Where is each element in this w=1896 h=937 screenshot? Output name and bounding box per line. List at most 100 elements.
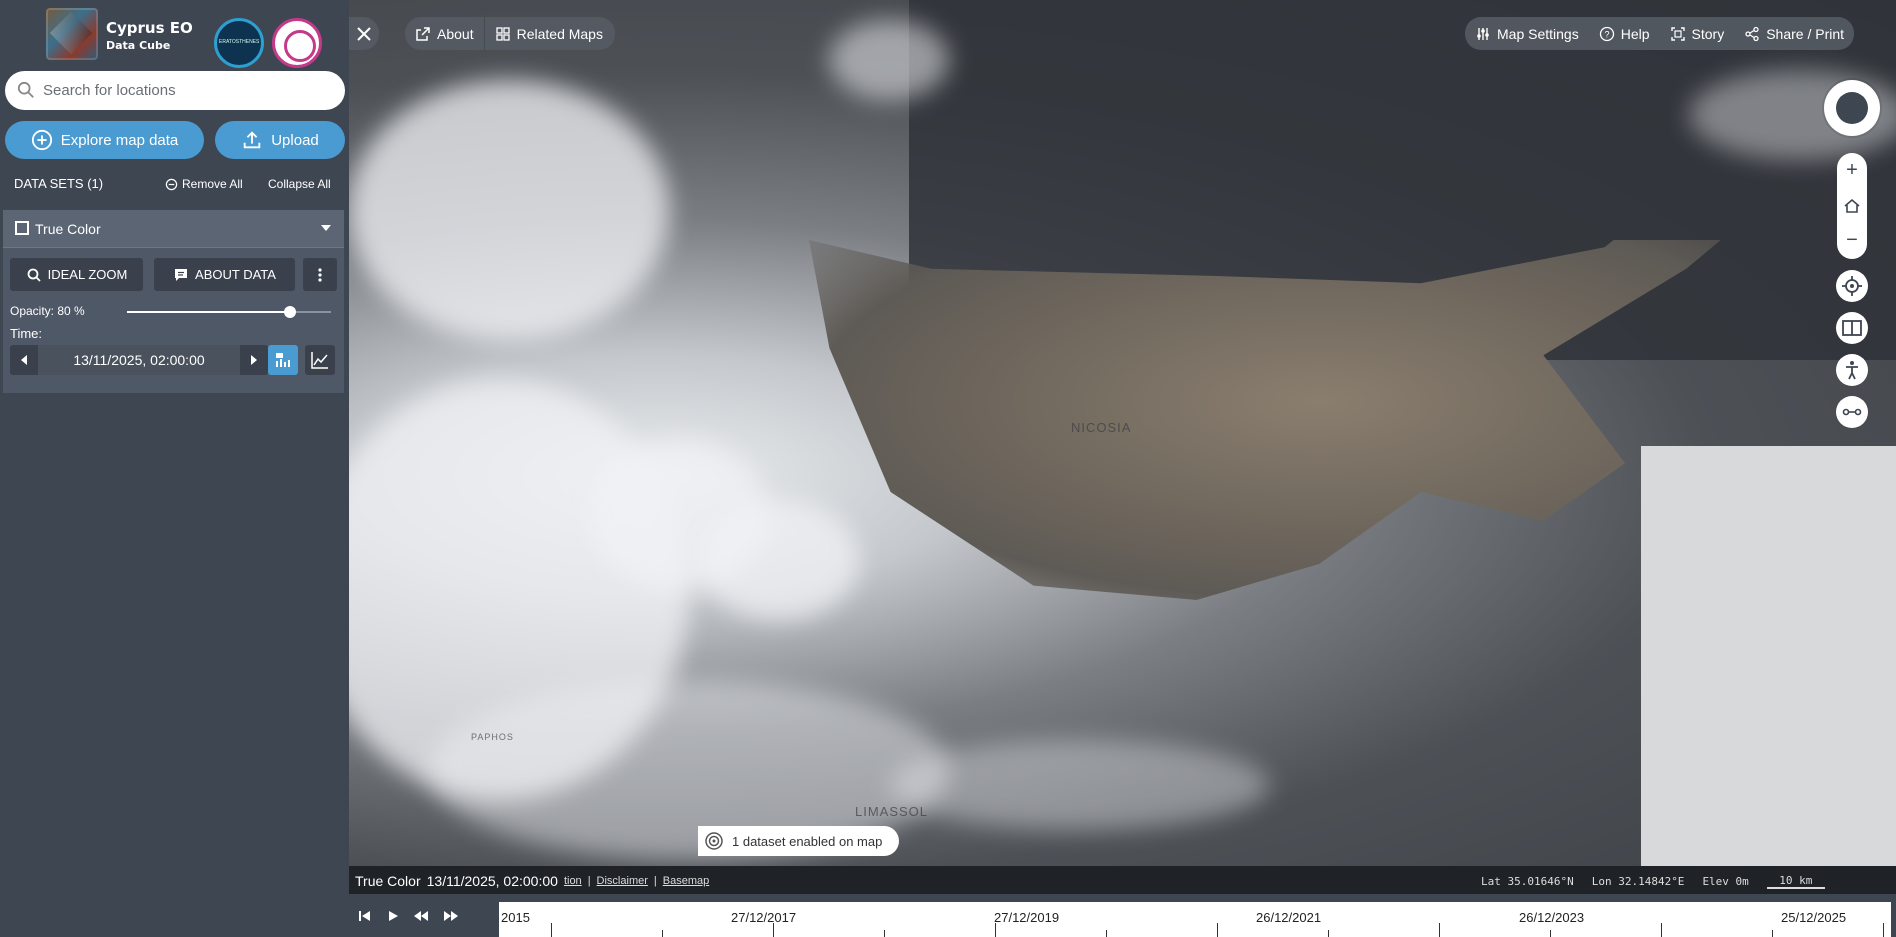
zoom-out-button[interactable]: −: [1837, 223, 1867, 258]
basemap-link[interactable]: Basemap: [663, 875, 709, 887]
about-menu: About Related Maps: [405, 17, 615, 50]
zoom-in-button[interactable]: +: [1837, 153, 1867, 188]
map-label-limassol: LIMASSOL: [855, 804, 929, 819]
ideal-zoom-button[interactable]: IDEAL ZOOM: [10, 258, 143, 291]
measure-icon: [1842, 408, 1862, 416]
timeline-tick: [995, 923, 996, 937]
compass-icon: [1836, 92, 1868, 124]
timeline-tick: [1883, 923, 1884, 937]
disclaimer-link[interactable]: Disclaimer: [597, 875, 648, 887]
fast-forward-icon: [444, 911, 458, 921]
cloud: [349, 80, 669, 340]
map-label-nicosia: NICOSIA: [1071, 420, 1132, 435]
map-info-bar: True Color 13/11/2025, 02:00:00 tion | D…: [349, 866, 1896, 894]
opacity-slider-thumb[interactable]: [284, 306, 297, 318]
dataset-visibility-checkbox[interactable]: [15, 221, 29, 235]
timeline-label: 25/12/2025: [1781, 910, 1847, 925]
eratosthenes-logo[interactable]: ERATOSTHENES: [214, 18, 264, 68]
kebab-menu-icon: [318, 267, 322, 282]
chart-button[interactable]: [305, 345, 335, 375]
timeline-tick: [1661, 923, 1662, 937]
close-sidebar-button[interactable]: [349, 17, 379, 50]
separator: |: [587, 875, 591, 887]
timeline-tick: [1106, 930, 1107, 937]
compass-control[interactable]: [1824, 80, 1880, 136]
rewind-icon: [414, 911, 428, 921]
sidebar: Cyprus EO Data Cube ERATOSTHENES Explore…: [0, 0, 349, 937]
home-button[interactable]: [1837, 188, 1867, 223]
upload-button[interactable]: Upload: [215, 121, 345, 159]
help-label: Help: [1620, 25, 1650, 42]
split-view-button[interactable]: [1836, 312, 1868, 344]
map-label-paphos: PAPHOS: [471, 732, 514, 742]
previous-time-button[interactable]: [10, 345, 38, 375]
search-input[interactable]: [43, 76, 333, 105]
timeline-tick: [1772, 930, 1773, 937]
zoom-controls: + −: [1837, 153, 1867, 259]
close-icon: [357, 26, 371, 41]
comment-icon: [175, 268, 188, 281]
app-title: Cyprus EO: [106, 19, 193, 37]
app-subtitle: Data Cube: [106, 39, 171, 52]
map-view[interactable]: NICOSIA LIMASSOL PAPHOS 1 dataset enable…: [349, 0, 1896, 866]
timeline-label: 26/12/2021: [1256, 910, 1322, 925]
longitude-readout: Lon 32.14842°E: [1591, 875, 1685, 888]
home-icon: [1844, 198, 1860, 213]
split-screen-icon: [1842, 320, 1862, 336]
share-print-button[interactable]: Share / Print: [1734, 17, 1854, 50]
coordinates-readout: Lat 35.01646°N Lon 32.14842°E Elev 0m 10…: [1481, 874, 1825, 889]
radar-icon: [705, 832, 723, 850]
partner-logo-text: ERATOSTHENES: [219, 39, 260, 45]
opacity-slider[interactable]: [127, 306, 331, 318]
timeline-start-button[interactable]: [355, 906, 375, 926]
info-left: True Color 13/11/2025, 02:00:00 tion | D…: [355, 873, 709, 889]
map-settings-label: Map Settings: [1497, 25, 1579, 42]
timeline-track[interactable]: 2015 27/12/2017 27/12/2019 26/12/2021 26/12/…: [499, 902, 1891, 937]
next-time-button[interactable]: [240, 345, 268, 375]
timeline-play-button[interactable]: [383, 906, 403, 926]
about-data-button[interactable]: ABOUT DATA: [154, 258, 295, 291]
triangle-right-icon: [251, 355, 257, 365]
search-icon: [17, 81, 34, 98]
ideal-zoom-label: IDEAL ZOOM: [47, 267, 128, 282]
measure-button[interactable]: [1836, 396, 1868, 428]
timeline-forward-button[interactable]: [441, 906, 461, 926]
search-icon: [27, 268, 41, 282]
about-button[interactable]: About: [405, 17, 484, 50]
attribution-link[interactable]: tion: [564, 875, 582, 887]
dataset-card-header[interactable]: True Color: [3, 210, 344, 248]
time-series-button[interactable]: [268, 345, 298, 375]
svg-text:?: ?: [1604, 29, 1609, 39]
help-button[interactable]: ? Help: [1589, 17, 1660, 50]
remove-all-button[interactable]: Remove All: [165, 177, 243, 191]
datasets-title: DATA SETS (1): [14, 176, 104, 191]
accessibility-button[interactable]: [1836, 354, 1868, 386]
datasets-enabled-text: 1 dataset enabled on map: [732, 833, 883, 849]
globe-logo[interactable]: [272, 18, 322, 68]
info-dataset-name: True Color: [355, 873, 421, 889]
more-options-button[interactable]: [303, 258, 337, 291]
opacity-slider-fill: [127, 311, 291, 313]
map-settings-button[interactable]: Map Settings: [1465, 17, 1589, 50]
timeline-tick: [1328, 930, 1329, 937]
search-box[interactable]: [5, 71, 345, 110]
time-value[interactable]: 13/11/2025, 02:00:00: [38, 345, 240, 375]
story-button[interactable]: Story: [1660, 17, 1735, 50]
timeline-label: 27/12/2017: [731, 910, 797, 925]
collapse-all-button[interactable]: Collapse All: [268, 177, 331, 191]
cube-logo[interactable]: [46, 8, 98, 60]
explore-map-data-button[interactable]: Explore map data: [5, 121, 204, 159]
upload-icon: [243, 131, 261, 149]
about-data-label: ABOUT DATA: [195, 267, 276, 282]
related-maps-button[interactable]: Related Maps: [485, 17, 613, 50]
datasets-enabled-indicator[interactable]: 1 dataset enabled on map: [698, 826, 899, 856]
story-label: Story: [1691, 25, 1725, 42]
timeline-tick: [773, 923, 774, 937]
chevron-down-icon[interactable]: [321, 225, 331, 231]
locate-button[interactable]: [1836, 270, 1868, 302]
timeline-tick: [884, 930, 885, 937]
timeline-label: 26/12/2023: [1519, 910, 1585, 925]
timeline-tick: [662, 930, 663, 937]
timeline-rewind-button[interactable]: [411, 906, 431, 926]
bar-chart-icon: [276, 353, 290, 367]
